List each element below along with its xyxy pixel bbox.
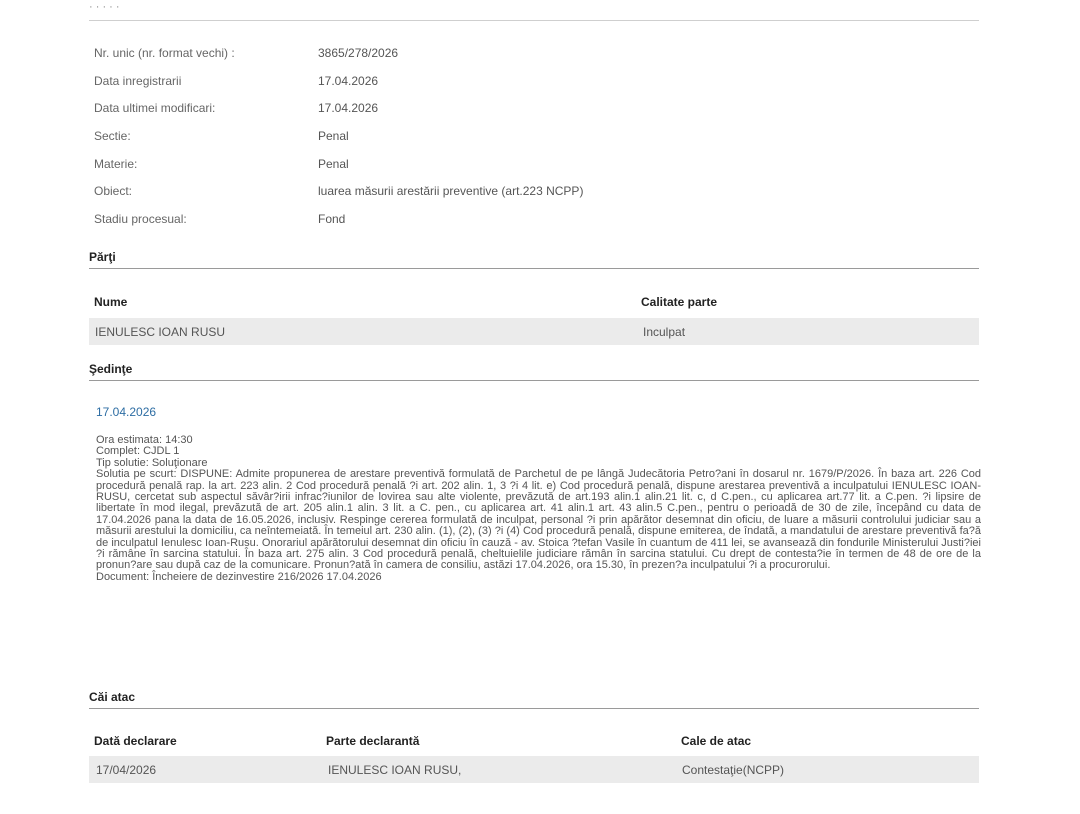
info-value: 17.04.2026 — [318, 74, 379, 88]
section-divider — [89, 380, 979, 381]
info-value: 3865/278/2026 — [318, 46, 399, 60]
appeal-date: 17/04/2026 — [96, 763, 157, 777]
table-row: 17/04/2026 IENULESC IOAN RUSU, Contestaţ… — [89, 756, 979, 783]
section-title-cai-atac: Căi atac — [89, 690, 136, 704]
info-label: Obiect: — [94, 184, 133, 198]
column-header-parte-declaranta: Parte declarantă — [326, 734, 420, 748]
column-header-calitate: Calitate parte — [641, 295, 718, 309]
section-title-sedinte: Şedinţe — [89, 362, 133, 376]
party-name: IENULESC IOAN RUSU — [95, 325, 226, 339]
info-label: Stadiu procesual: — [94, 212, 187, 226]
info-label: Data inregistrarii — [94, 74, 182, 88]
info-value: Penal — [318, 157, 349, 171]
info-value: Penal — [318, 129, 349, 143]
section-divider — [89, 268, 979, 269]
info-value: luarea măsurii arestării preventive (art… — [318, 184, 584, 198]
cut-off-heading-remnant: · · · · · — [89, 3, 120, 11]
column-header-cale-atac: Cale de atac — [681, 734, 752, 748]
section-divider — [89, 708, 979, 709]
hearing-date: 17.04.2026 — [96, 405, 157, 419]
info-label: Data ultimei modificari: — [94, 101, 216, 115]
info-value: 17.04.2026 — [318, 101, 379, 115]
info-label: Nr. unic (nr. format vechi) : — [94, 46, 235, 60]
hearing-details: Ora estimata: 14:30 Complet: CJDL 1 Tip … — [96, 434, 981, 583]
hearing-time: Ora estimata: 14:30 — [96, 434, 193, 446]
table-row: IENULESC IOAN RUSU Inculpat — [89, 318, 979, 345]
column-header-data-declarare: Dată declarare — [94, 734, 177, 748]
section-title-parti: Părţi — [89, 250, 116, 264]
top-divider — [89, 20, 979, 21]
column-header-nume: Nume — [94, 295, 128, 309]
info-value: Fond — [318, 212, 346, 226]
appeal-party: IENULESC IOAN RUSU, — [328, 763, 462, 777]
info-label: Sectie: — [94, 129, 131, 143]
hearing-panel: Complet: CJDL 1 — [96, 445, 180, 458]
hearing-document: Document: Încheiere de dezinvestire 216/… — [96, 570, 382, 583]
appeal-type: Contestaţie(NCPP) — [682, 763, 785, 777]
info-label: Materie: — [94, 157, 138, 171]
solution-summary: Solutia pe scurt: DISPUNE: Admite propun… — [96, 468, 981, 572]
party-role: Inculpat — [643, 325, 686, 339]
